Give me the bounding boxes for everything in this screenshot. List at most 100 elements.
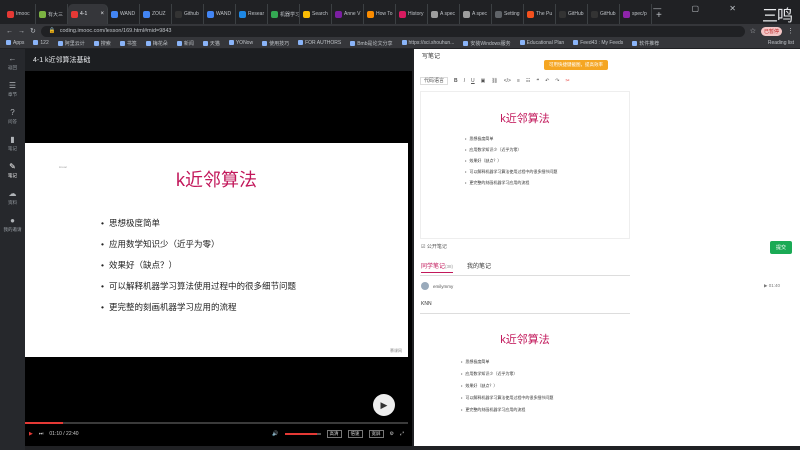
browser-tab[interactable]: GitHub	[556, 4, 588, 24]
browser-tab[interactable]: WAND	[108, 4, 140, 24]
volume-icon[interactable]: 🔊	[272, 431, 278, 437]
bookmark-item[interactable]: 新闻	[176, 40, 194, 47]
list-icon[interactable]: ≡	[517, 78, 520, 84]
bookmark-item[interactable]: Feed43 : My Feeds	[573, 40, 623, 46]
image-icon[interactable]: ▣	[481, 78, 486, 84]
speed-button[interactable]: 倍速	[347, 430, 363, 438]
bookmark-item[interactable]: FOR AUTHORS	[298, 40, 341, 46]
star-icon[interactable]: ☆	[750, 27, 756, 35]
username[interactable]: emilymmy	[433, 284, 453, 289]
quote-icon[interactable]: ❝	[536, 78, 539, 84]
menu-icon[interactable]: ⋮	[787, 27, 794, 35]
browser-tab[interactable]: How To	[364, 4, 396, 24]
browser-tab[interactable]: Resear	[236, 4, 268, 24]
sidebar-label: 返回	[8, 65, 17, 70]
next-icon[interactable]: ⏭	[39, 431, 44, 437]
sidebar-item[interactable]: ● 我的邀请	[0, 211, 25, 238]
undo-icon[interactable]: ↶	[545, 78, 549, 84]
public-note-toggle[interactable]: ☑ 公开笔记	[421, 243, 447, 250]
format-select[interactable]: 代码语言	[420, 77, 449, 85]
sidebar-label: 章节	[8, 92, 17, 97]
ordered-list-icon[interactable]: ☷	[526, 78, 530, 84]
bookmark-item[interactable]: 安装Windows服务	[463, 40, 511, 47]
redo-icon[interactable]: ↷	[555, 78, 559, 84]
browser-tab[interactable]: Anne V	[332, 4, 364, 24]
screenshot-hint[interactable]: 可用快捷键截图，提高效率	[544, 60, 608, 70]
reading-list-button[interactable]: Reading list	[768, 40, 794, 46]
browser-tab[interactable]: 机器学习	[268, 4, 300, 24]
bookmark-item[interactable]: 阿里云计	[57, 40, 85, 47]
bookmark-item[interactable]: 搜索	[93, 40, 111, 47]
browser-tab[interactable]: A spec	[428, 4, 460, 24]
bullet-item: 效果好（缺点？）	[101, 259, 296, 280]
submit-button[interactable]: 提交	[769, 241, 792, 254]
bookmark-label: 阿里云计	[64, 40, 85, 47]
back-icon[interactable]: ←	[6, 28, 13, 35]
bookmark-icon	[57, 40, 63, 46]
sidebar-item[interactable]: ☰ 章节	[0, 76, 25, 103]
browser-tab[interactable]: WAND	[204, 4, 236, 24]
browser-tab[interactable]: Search	[300, 4, 332, 24]
bookmark-item[interactable]: 天猫	[202, 40, 220, 47]
window-controls[interactable]: — ▢ ✕	[653, 4, 750, 13]
bookmark-label: https://sci.shouhun...	[408, 40, 455, 46]
browser-tab[interactable]: The Pu	[524, 4, 556, 24]
browser-tab[interactable]: ZOUZ	[140, 4, 172, 24]
underline-button[interactable]: U	[471, 78, 475, 84]
browser-tab[interactable]: Setting	[492, 4, 524, 24]
code-icon[interactable]: </>	[504, 78, 511, 84]
screenshot-icon[interactable]: ✂	[566, 78, 570, 84]
browser-tab[interactable]: GitHub	[588, 4, 620, 24]
bookmark-item[interactable]: 书签	[119, 40, 137, 47]
link-icon[interactable]: ⛓	[491, 78, 497, 84]
fullscreen-icon[interactable]: ⤢	[400, 431, 404, 437]
time-display: 01:10 / 22:40	[49, 431, 79, 437]
notes-tab[interactable]: 我的笔记	[467, 261, 491, 273]
sidebar-item[interactable]: ✎ 笔记	[0, 157, 25, 184]
bookmark-item[interactable]: https://sci.shouhun...	[401, 40, 455, 46]
bookmark-item[interactable]: 使用技巧	[262, 40, 289, 47]
bold-button[interactable]: B	[454, 78, 458, 84]
url-field[interactable]: 🔒 coding.imooc.com/lesson/169.html#mid=98…	[40, 25, 745, 37]
italic-button[interactable]: I	[464, 78, 465, 84]
bookmark-item[interactable]: 122	[33, 40, 49, 46]
progress-fill	[25, 422, 64, 424]
slide-title: k近邻算法	[176, 170, 257, 190]
browser-tab[interactable]: History	[396, 4, 428, 24]
note-editor[interactable]: k近邻算法 思想极度简单应用数学知识少（近乎为零）效果好（缺点？）可以解释机器学…	[420, 91, 630, 239]
play-small-icon[interactable]: ▶	[29, 431, 33, 437]
favicon-icon	[7, 10, 14, 18]
browser-tab[interactable]: Imooc	[4, 4, 36, 24]
forward-icon[interactable]: →	[18, 28, 25, 35]
sidebar-item[interactable]: ☁ 资料	[0, 184, 25, 211]
browser-tab[interactable]: 4-1 ×	[68, 4, 108, 24]
widescreen-button[interactable]: 宽屏	[368, 430, 384, 438]
bookmark-item[interactable]: 梅花朵	[145, 40, 168, 47]
bookmark-item[interactable]: YONow	[228, 40, 253, 46]
bookmark-item[interactable]: Bmb是论文分享	[350, 40, 393, 47]
bookmark-item[interactable]: Apps	[6, 40, 24, 46]
bookmark-icon	[573, 40, 579, 46]
favicon-icon	[623, 10, 630, 18]
progress-bar[interactable]	[25, 422, 408, 424]
play-icon[interactable]: ▶	[373, 394, 395, 416]
quality-button[interactable]: 高清	[326, 430, 342, 438]
video-player[interactable]: imooc k近邻算法 思想极度简单应用数学知识少（近乎为零）效果好（缺点？）可…	[25, 71, 412, 446]
browser-tab[interactable]: A spec	[460, 4, 492, 24]
paused-badge[interactable]: 已暂停	[760, 26, 782, 36]
bookmark-label: 搜索	[100, 40, 111, 47]
browser-tab[interactable]: spec/p	[620, 4, 652, 24]
browser-tab[interactable]: 有大三	[36, 4, 68, 24]
volume-slider[interactable]	[284, 433, 321, 435]
sidebar-item[interactable]: ? 问答	[0, 103, 25, 130]
bookmark-item[interactable]: 软件推荐	[632, 40, 659, 47]
notes-tab[interactable]: 同学笔记(38)	[421, 261, 454, 273]
close-icon[interactable]: ×	[100, 11, 104, 17]
sidebar-item[interactable]: ▮ 笔记	[0, 130, 25, 157]
reload-icon[interactable]: ↻	[30, 27, 36, 35]
sidebar-item[interactable]: ← 返回	[0, 49, 25, 76]
settings-icon[interactable]: ⚙	[390, 431, 394, 437]
bookmark-item[interactable]: Educational Plan	[519, 40, 564, 46]
note-timestamp[interactable]: ▶ 01:40	[764, 283, 780, 289]
browser-tab[interactable]: Github	[172, 4, 204, 24]
